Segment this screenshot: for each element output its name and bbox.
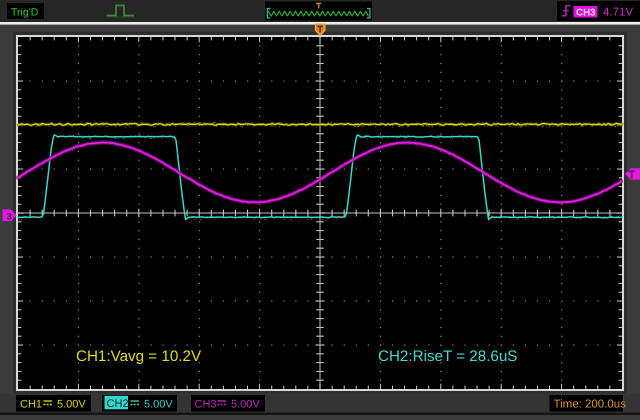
svg-text:4.71V: 4.71V bbox=[603, 7, 633, 19]
svg-text:Time: 200.0us: Time: 200.0us bbox=[554, 399, 627, 411]
svg-text:CH1:Vavg = 10.2V: CH1:Vavg = 10.2V bbox=[76, 348, 202, 365]
svg-text:CH3: CH3 bbox=[576, 7, 596, 18]
svg-text:CH2:RiseT = 28.6uS: CH2:RiseT = 28.6uS bbox=[378, 348, 517, 365]
svg-text:5.00V: 5.00V bbox=[57, 399, 86, 411]
svg-text:Trig'D: Trig'D bbox=[11, 7, 39, 19]
svg-text:3: 3 bbox=[7, 211, 12, 222]
svg-text:CH3: CH3 bbox=[195, 399, 217, 411]
svg-text:5.00V: 5.00V bbox=[231, 399, 260, 411]
svg-text:CH1: CH1 bbox=[20, 399, 42, 411]
svg-text:CH2: CH2 bbox=[107, 398, 129, 410]
svg-text:5.00V: 5.00V bbox=[144, 399, 173, 411]
